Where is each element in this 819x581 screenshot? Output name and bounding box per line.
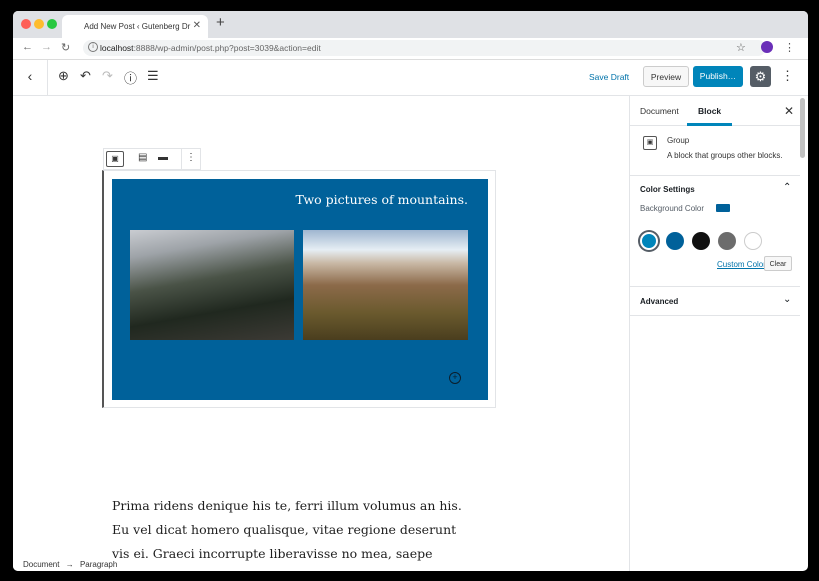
block-card: ▣ Group A block that groups other blocks… <box>630 125 800 176</box>
address-bar[interactable]: i localhost:8888/wp-admin/post.php?post=… <box>83 40 766 56</box>
color-settings-title: Color Settings <box>640 185 695 194</box>
group-block-icon: ▣ <box>643 136 657 150</box>
save-draft-button[interactable]: Save Draft <box>589 72 629 82</box>
info-icon[interactable]: ⓘ <box>124 68 137 87</box>
minimize-window-button[interactable] <box>34 19 44 29</box>
block-toolbar: ▣ ▤ ▬ ⋮ <box>103 148 201 170</box>
tab-block[interactable]: Block <box>686 106 733 126</box>
paragraph-block[interactable]: Prima ridens denique his te, ferri illum… <box>112 494 472 571</box>
chevron-down-icon: ⌄ <box>783 294 792 305</box>
swatch-gray[interactable] <box>718 232 736 250</box>
bookmark-star-icon[interactable]: ☆ <box>736 41 746 54</box>
color-settings-toggle[interactable]: Color Settings ⌃ <box>630 175 800 203</box>
align-full-icon[interactable]: ▬ <box>158 152 168 163</box>
redo-icon[interactable]: ↷ <box>102 68 113 84</box>
breadcrumb: Document → Paragraph <box>23 560 118 569</box>
browser-tab-bar: Add New Post ‹ Gutenberg Dr ✕ + <box>13 11 808 38</box>
editor-toolbar: ‹ ⊕ ↶ ↷ ⓘ ☰ Save Draft Preview Publish… … <box>13 60 808 96</box>
maximize-window-button[interactable] <box>47 19 57 29</box>
advanced-title: Advanced <box>640 297 679 306</box>
settings-gear-icon[interactable]: ⚙ <box>750 66 771 87</box>
browser-tab[interactable]: Add New Post ‹ Gutenberg Dr ✕ <box>62 15 208 38</box>
custom-color-link[interactable]: Custom Color <box>717 260 766 269</box>
close-window-button[interactable] <box>21 19 31 29</box>
browser-window: Add New Post ‹ Gutenberg Dr ✕ + ← → ↻ i … <box>13 11 808 571</box>
back-arrow-icon[interactable]: ← <box>22 41 33 53</box>
toolbar-divider <box>181 149 182 169</box>
preview-button[interactable]: Preview <box>643 66 689 87</box>
block-description: A block that groups other blocks. <box>667 151 783 160</box>
swatch-dark-blue[interactable] <box>666 232 684 250</box>
editor-canvas: ▣ ▤ ▬ ⋮ Two pictures of mountains. + Pri… <box>13 96 629 571</box>
browser-menu-icon[interactable]: ⋮ <box>784 41 795 54</box>
settings-sidebar: Document Block ✕ ▣ Group A block that gr… <box>629 96 800 571</box>
breadcrumb-document[interactable]: Document <box>23 560 59 569</box>
back-to-posts-icon[interactable]: ‹ <box>13 60 48 95</box>
url-host: localhost <box>100 43 134 53</box>
swatch-light-blue[interactable] <box>640 232 658 250</box>
tab-document[interactable]: Document <box>640 106 679 116</box>
clear-button[interactable]: Clear <box>764 256 792 271</box>
site-info-icon[interactable]: i <box>88 42 98 52</box>
close-sidebar-icon[interactable]: ✕ <box>784 104 794 118</box>
forest-mountain-image[interactable] <box>130 230 294 340</box>
swatch-black[interactable] <box>692 232 710 250</box>
advanced-toggle[interactable]: Advanced ⌄ <box>630 287 800 315</box>
profile-avatar[interactable] <box>761 41 773 53</box>
align-wide-icon[interactable]: ▤ <box>138 152 147 163</box>
reload-icon[interactable]: ↻ <box>61 41 70 54</box>
chevron-up-icon: ⌃ <box>783 182 792 193</box>
breadcrumb-paragraph[interactable]: Paragraph <box>80 560 117 569</box>
inserter-plus-icon[interactable]: + <box>449 372 461 384</box>
sidebar-tabs: Document Block ✕ <box>630 96 800 126</box>
tab-close-icon[interactable]: ✕ <box>193 20 201 31</box>
background-color-indicator <box>716 204 730 212</box>
block-name: Group <box>667 136 690 145</box>
tab-title: Add New Post ‹ Gutenberg Dr <box>84 22 191 31</box>
add-block-icon[interactable]: ⊕ <box>58 68 69 84</box>
group-block[interactable]: Two pictures of mountains. + <box>112 179 488 400</box>
address-row: ← → ↻ i localhost:8888/wp-admin/post.php… <box>13 38 808 60</box>
url-path: :8888/wp-admin/post.php?post=3039&action… <box>133 43 321 53</box>
more-options-icon[interactable]: ⋮ <box>186 152 196 163</box>
sidebar-scrollbar[interactable] <box>800 98 805 158</box>
group-heading[interactable]: Two pictures of mountains. <box>296 192 468 207</box>
panel-divider <box>630 315 800 316</box>
publish-button[interactable]: Publish… <box>693 66 743 87</box>
group-block-icon[interactable]: ▣ <box>106 151 124 167</box>
forward-arrow-icon[interactable]: → <box>41 41 52 53</box>
swatch-white[interactable] <box>744 232 762 250</box>
breadcrumb-arrow-icon: → <box>65 560 74 569</box>
snowy-mountains-image[interactable] <box>303 230 468 340</box>
more-tools-icon[interactable]: ⋮ <box>781 68 794 84</box>
block-navigation-icon[interactable]: ☰ <box>147 68 159 84</box>
undo-icon[interactable]: ↶ <box>80 68 91 84</box>
background-color-label: Background Color <box>640 204 705 213</box>
new-tab-button[interactable]: + <box>216 14 225 31</box>
